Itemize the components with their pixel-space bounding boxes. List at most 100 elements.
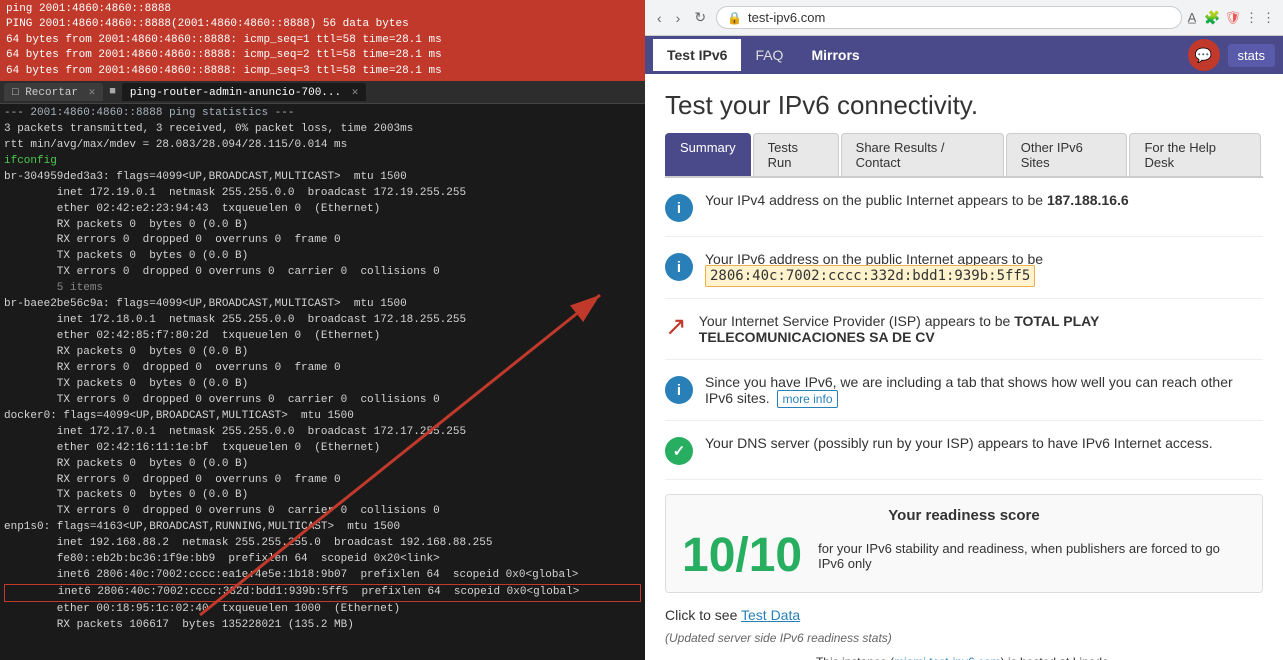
term-line: TX packets 0 bytes 0 (0.0 B) xyxy=(4,249,641,265)
isp-info-row: ↗ Your Internet Service Provider (ISP) a… xyxy=(665,313,1263,360)
ipv6-address: 2806:40c:7002:cccc:332d:bdd1:939b:5ff5 xyxy=(705,265,1035,287)
term-line: br-baee2be56c9a: flags=4099<UP,BROADCAST… xyxy=(4,297,641,313)
back-button[interactable]: ‹ xyxy=(653,8,666,28)
test-data-section: Click to see Test Data xyxy=(665,607,1263,623)
ipv6-text: Your IPv6 address on the public Internet… xyxy=(705,251,1043,284)
dns-text: Your DNS server (possibly run by your IS… xyxy=(705,435,1213,451)
term-line: inet 172.19.0.1 netmask 255.255.0.0 broa… xyxy=(4,186,641,202)
tab-share-results[interactable]: Share Results / Contact xyxy=(841,133,1004,176)
term-line: RX errors 0 dropped 0 overruns 0 frame 0 xyxy=(4,233,641,249)
term-line: 5 items xyxy=(4,281,641,297)
page-content: Test your IPv6 connectivity. Summary Tes… xyxy=(645,74,1283,660)
term-line: --- 2001:4860:4860::8888 ping statistics… xyxy=(4,106,641,122)
term-line: rtt min/avg/max/mdev = 28.083/28.094/28.… xyxy=(4,138,641,154)
term-line: TX errors 0 dropped 0 overruns 0 carrier… xyxy=(4,393,641,409)
browser-chrome: ‹ › ↻ 🔒 test-ipv6.com A̲ 🧩 🛡 ⋮ ⋮ xyxy=(645,0,1283,36)
url-text: test-ipv6.com xyxy=(748,10,825,25)
grid-icon[interactable]: ⋮ xyxy=(1262,10,1275,26)
term-line: ether 00:18:95:1c:02:40 txqueuelen 1000 … xyxy=(4,602,641,618)
nav-test-ipv6[interactable]: Test IPv6 xyxy=(653,39,741,71)
content-tabs: Summary Tests Run Share Results / Contac… xyxy=(665,133,1263,178)
lock-icon: 🔒 xyxy=(727,11,742,25)
ipv6-info-row: i Your IPv6 address on the public Intern… xyxy=(665,251,1263,299)
term-line: inet 172.17.0.1 netmask 255.255.0.0 broa… xyxy=(4,425,641,441)
term-line: inet 172.18.0.1 netmask 255.255.0.0 broa… xyxy=(4,313,641,329)
term-line: TX packets 0 bytes 0 (0.0 B) xyxy=(4,488,641,504)
menu-icon[interactable]: ⋮ xyxy=(1245,10,1258,26)
term-line: RX packets 0 bytes 0 (0.0 B) xyxy=(4,218,641,234)
info-icon-2: i xyxy=(665,253,693,281)
terminal-tab-active[interactable]: ping-router-admin-anuncio-700... ✕ xyxy=(122,83,366,101)
readiness-section: Your readiness score 10/10 for your IPv6… xyxy=(665,494,1263,593)
info-icon-1: i xyxy=(665,194,693,222)
info-icon-3: i xyxy=(665,376,693,404)
shield-icon[interactable]: 🛡 xyxy=(1224,10,1241,26)
terminal-panel: ping 2001:4860:4860::8888 PING 2001:4860… xyxy=(0,0,645,660)
term-line: ether 02:42:85:f7:80:2d txqueuelen 0 (Et… xyxy=(4,329,641,345)
term-line: fe80::eb2b:bc36:1f9e:bb9 prefixlen 64 sc… xyxy=(4,552,641,568)
term-line: 3 packets transmitted, 3 received, 0% pa… xyxy=(4,122,641,138)
extensions-icon[interactable]: 🧩 xyxy=(1204,10,1220,26)
term-line: RX errors 0 dropped 0 overruns 0 frame 0 xyxy=(4,473,641,489)
ipv6-tab-text: Since you have IPv6, we are including a … xyxy=(705,374,1263,406)
term-line: RX packets 0 bytes 0 (0.0 B) xyxy=(4,345,641,361)
term-line: ether 02:42:16:11:1e:bf txqueuelen 0 (Et… xyxy=(4,441,641,457)
term-line: TX errors 0 dropped 0 overruns 0 carrier… xyxy=(4,504,641,520)
stats-button[interactable]: stats xyxy=(1228,44,1275,67)
term-line: ifconfig xyxy=(4,154,641,170)
browser-toolbar-icons: A̲ 🧩 🛡 ⋮ ⋮ xyxy=(1188,10,1275,26)
browser-panel: ‹ › ↻ 🔒 test-ipv6.com A̲ 🧩 🛡 ⋮ ⋮ Test IP… xyxy=(645,0,1283,660)
site-navigation: Test IPv6 FAQ Mirrors 💬 stats xyxy=(645,36,1283,74)
address-bar[interactable]: 🔒 test-ipv6.com xyxy=(716,6,1182,29)
highlighted-ipv6-line: inet6 2806:40c:7002:cccc:332d:bdd1:939b:… xyxy=(4,584,641,602)
term-line: TX packets 0 bytes 0 (0.0 B) xyxy=(4,377,641,393)
term-line: inet 192.168.88.2 netmask 255.255.255.0 … xyxy=(4,536,641,552)
hosted-text: This instance (miami.test-ipv6.com) is h… xyxy=(665,655,1263,660)
terminal-tab[interactable]: □ Recortar ✕ xyxy=(4,83,103,101)
tab-help-desk[interactable]: For the Help Desk xyxy=(1129,133,1261,176)
translate-icon[interactable]: A̲ xyxy=(1188,10,1197,25)
tab-tests-run[interactable]: Tests Run xyxy=(753,133,839,176)
nav-mirrors[interactable]: Mirrors xyxy=(797,39,873,71)
tab-other-ipv6-sites[interactable]: Other IPv6 Sites xyxy=(1006,133,1128,176)
dns-info-row: ✓ Your DNS server (possibly run by your … xyxy=(665,435,1263,480)
term-line: TX errors 0 dropped 0 overruns 0 carrier… xyxy=(4,265,641,281)
isp-text: Your Internet Service Provider (ISP) app… xyxy=(699,313,1263,345)
term-line: br-304959ded3a3: flags=4099<UP,BROADCAST… xyxy=(4,170,641,186)
readiness-description: for your IPv6 stability and readiness, w… xyxy=(818,541,1246,571)
term-line: enp1s0: flags=4163<UP,BROADCAST,RUNNING,… xyxy=(4,520,641,536)
terminal-ping-output: ping 2001:4860:4860::8888 PING 2001:4860… xyxy=(0,0,645,81)
term-line: 64 bytes from 2001:4860:4860::8888: icmp… xyxy=(6,33,639,48)
test-data-label: Click to see xyxy=(665,607,737,623)
chat-icon[interactable]: 💬 xyxy=(1188,39,1220,71)
red-arrow-icon: ↗ xyxy=(665,311,687,342)
ipv4-text: Your IPv4 address on the public Internet… xyxy=(705,192,1129,208)
tab-separator: ■ xyxy=(105,84,120,100)
checkmark-icon: ✓ xyxy=(665,437,693,465)
terminal-body: --- 2001:4860:4860::8888 ping statistics… xyxy=(0,104,645,636)
term-line: RX packets 0 bytes 0 (0.0 B) xyxy=(4,457,641,473)
term-line: 64 bytes from 2001:4860:4860::8888: icmp… xyxy=(6,64,639,79)
page-title: Test your IPv6 connectivity. xyxy=(665,90,1263,121)
readiness-score-row: 10/10 for your IPv6 stability and readin… xyxy=(682,532,1246,580)
readiness-score: 10/10 xyxy=(682,532,802,580)
term-line: inet6 2806:40c:7002:cccc:ea1e:4e5e:1b18:… xyxy=(4,568,641,584)
miami-link[interactable]: miami.test-ipv6.com xyxy=(894,655,1001,660)
terminal-tabs: □ Recortar ✕ ■ ping-router-admin-anuncio… xyxy=(0,81,645,104)
updated-stats-text: (Updated server side IPv6 readiness stat… xyxy=(665,631,1263,645)
ipv4-info-row: i Your IPv4 address on the public Intern… xyxy=(665,192,1263,237)
more-info-button[interactable]: more info xyxy=(777,390,837,408)
test-data-link[interactable]: Test Data xyxy=(741,607,800,623)
refresh-button[interactable]: ↻ xyxy=(690,7,710,28)
ipv6-tab-info-row: i Since you have IPv6, we are including … xyxy=(665,374,1263,421)
term-line: PING 2001:4860:4860::8888(2001:4860:4860… xyxy=(6,17,639,32)
term-line: ping 2001:4860:4860::8888 xyxy=(6,2,639,17)
term-line: RX errors 0 dropped 0 overruns 0 frame 0 xyxy=(4,361,641,377)
tab-summary[interactable]: Summary xyxy=(665,133,751,176)
forward-button[interactable]: › xyxy=(672,8,685,28)
term-line: ether 02:42:e2:23:94:43 txqueuelen 0 (Et… xyxy=(4,202,641,218)
nav-faq[interactable]: FAQ xyxy=(741,39,797,71)
term-line: 64 bytes from 2001:4860:4860::8888: icmp… xyxy=(6,48,639,63)
readiness-title: Your readiness score xyxy=(682,507,1246,524)
term-line: docker0: flags=4099<UP,BROADCAST,MULTICA… xyxy=(4,409,641,425)
